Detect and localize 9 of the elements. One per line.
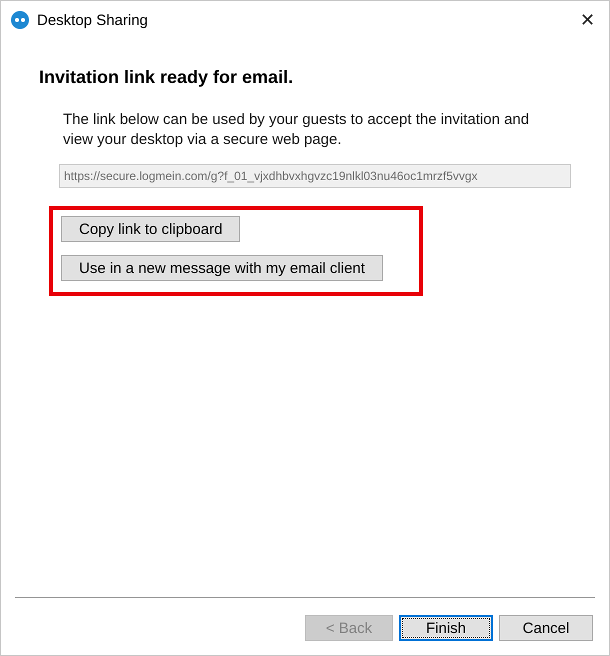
close-button[interactable]: ✕: [578, 9, 597, 31]
action-button[interactable]: Copy link to clipboard: [61, 216, 240, 242]
dialog-heading: Invitation link ready for email.: [39, 67, 294, 88]
dialog-button[interactable]: Cancel: [499, 615, 593, 641]
app-logo-icon: [11, 11, 29, 29]
action-button[interactable]: Use in a new message with my email client: [61, 255, 383, 281]
description-text: The link below can be used by your guests to accept the invitation and view your desktop via a secure web page.: [63, 110, 530, 150]
window-title: Desktop Sharing: [37, 12, 149, 28]
dialog-button[interactable]: Finish: [399, 615, 493, 641]
